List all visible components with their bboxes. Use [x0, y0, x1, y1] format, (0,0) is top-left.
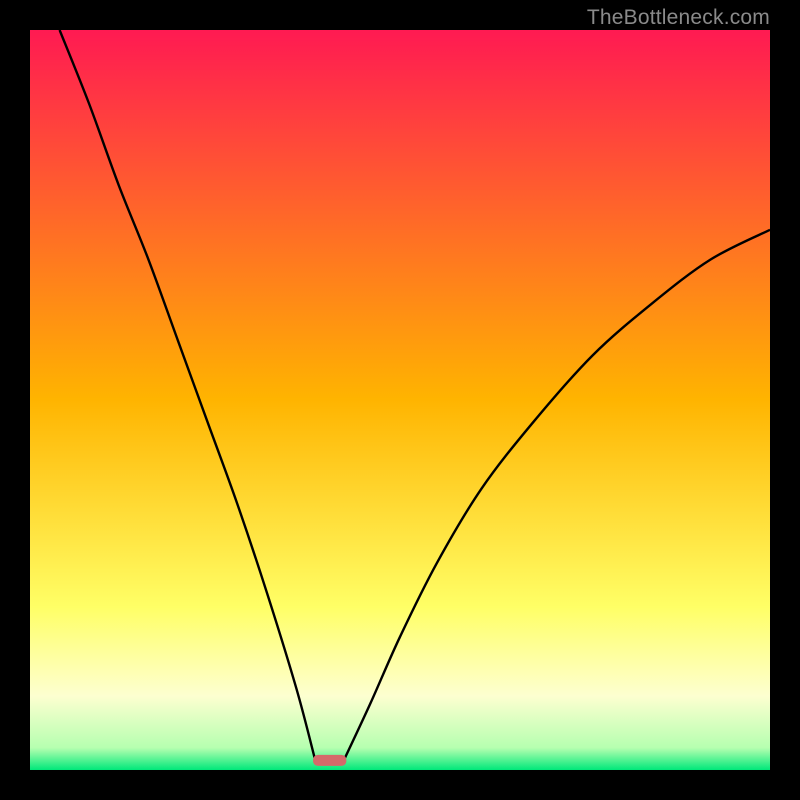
chart-frame [30, 30, 770, 770]
watermark-label: TheBottleneck.com [587, 6, 770, 30]
bottleneck-chart [30, 30, 770, 770]
chart-background [30, 30, 770, 770]
bottleneck-marker [313, 755, 346, 766]
